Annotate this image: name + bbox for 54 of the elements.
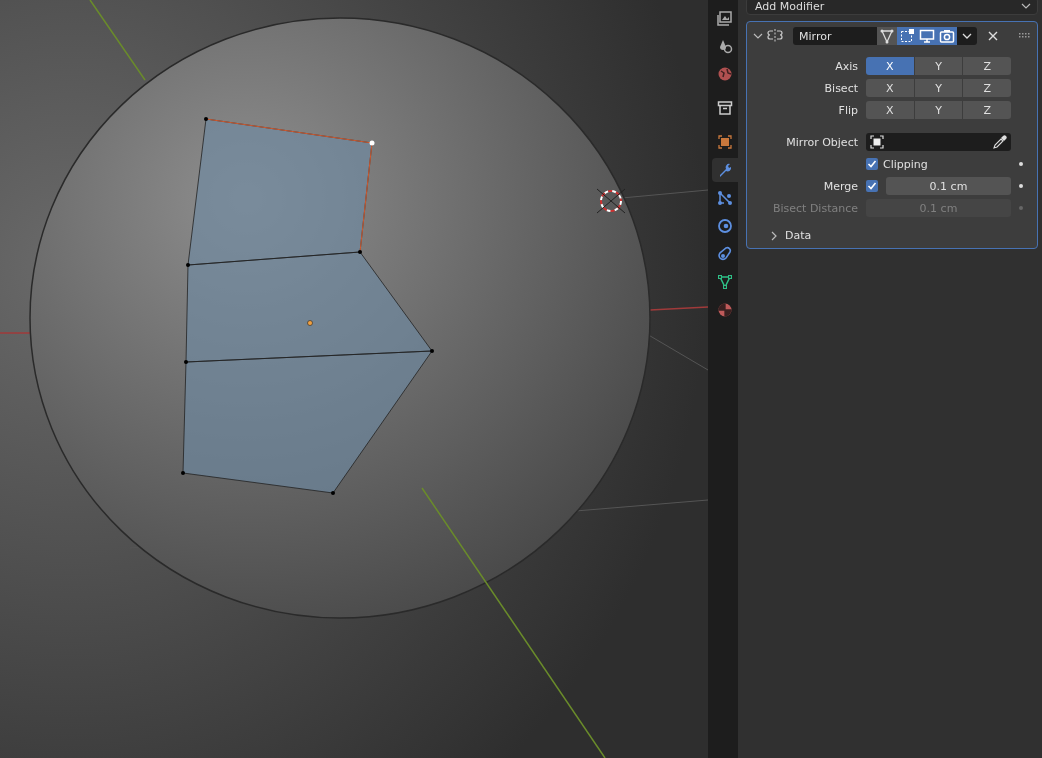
merge-label: Merge (822, 179, 858, 193)
axis-toggle-button[interactable]: Z (963, 101, 1011, 119)
data-icon (717, 274, 733, 290)
axis-toggle-button[interactable]: Y (914, 57, 963, 75)
mirror-modifier-icon (767, 28, 783, 44)
render-toggle[interactable] (937, 27, 957, 45)
clipping-checkbox[interactable] (866, 158, 878, 170)
constraints-icon (717, 246, 733, 262)
3d-cursor-icon (596, 188, 626, 214)
axis-toggle-button[interactable]: Y (914, 79, 963, 97)
mirror-object-label: Mirror Object (785, 135, 858, 149)
keyframe-dot-icon[interactable] (1019, 184, 1023, 188)
collapse-chevron-icon[interactable] (753, 31, 763, 41)
bisect-distance-label: Bisect Distance (771, 201, 858, 215)
row-label: Flip (837, 103, 858, 117)
modifiers-icon (717, 162, 733, 178)
merge-checkbox[interactable] (866, 180, 878, 192)
material-icon (717, 302, 733, 318)
clipping-label: Clipping (883, 157, 928, 171)
dropdown-chevron-icon (1021, 1, 1031, 11)
keyframe-dot-icon[interactable] (1019, 206, 1023, 210)
axis-toggle-button[interactable]: Z (963, 79, 1011, 97)
modifier-name-field[interactable]: Mirror (793, 27, 877, 45)
data-subpanel-header[interactable]: Data (785, 229, 812, 242)
axis-toggle-button[interactable]: X (866, 79, 914, 97)
edit-mode-toggle[interactable] (897, 27, 917, 45)
object-icon (870, 135, 884, 149)
axis-toggle-button[interactable]: X (866, 57, 914, 75)
axis-toggle-button[interactable]: Z (963, 57, 1011, 75)
expand-chevron-icon[interactable] (769, 230, 779, 241)
eyedropper-icon[interactable] (993, 135, 1007, 149)
dropdown-chevron-icon[interactable] (957, 27, 977, 45)
close-icon[interactable] (987, 30, 999, 42)
collection-icon (717, 100, 733, 116)
x-axis-line (649, 306, 708, 311)
row-label: Axis (834, 59, 858, 73)
add-modifier-dropdown[interactable]: Add Modifier (746, 0, 1038, 15)
x-axis-line (0, 332, 31, 334)
world-icon (717, 66, 733, 82)
keyframe-dot-icon[interactable] (1019, 162, 1023, 166)
axis-toggle-button[interactable]: Y (914, 101, 963, 119)
scene-icon (717, 38, 733, 54)
row-label: Bisect (823, 81, 858, 95)
viewport-toggle[interactable] (917, 27, 937, 45)
particles-icon (717, 190, 733, 206)
merge-distance-field[interactable]: 0.1 cm (886, 177, 1011, 195)
cage-toggle[interactable] (877, 27, 897, 45)
modifiers-tab[interactable] (712, 158, 738, 182)
axis-toggle-button[interactable]: X (866, 101, 914, 119)
drag-handle-icon[interactable] (1019, 33, 1031, 39)
output-icon (717, 10, 733, 26)
object-icon (717, 134, 733, 150)
physics-icon (717, 218, 733, 234)
mirror-object-field[interactable] (866, 133, 1011, 151)
